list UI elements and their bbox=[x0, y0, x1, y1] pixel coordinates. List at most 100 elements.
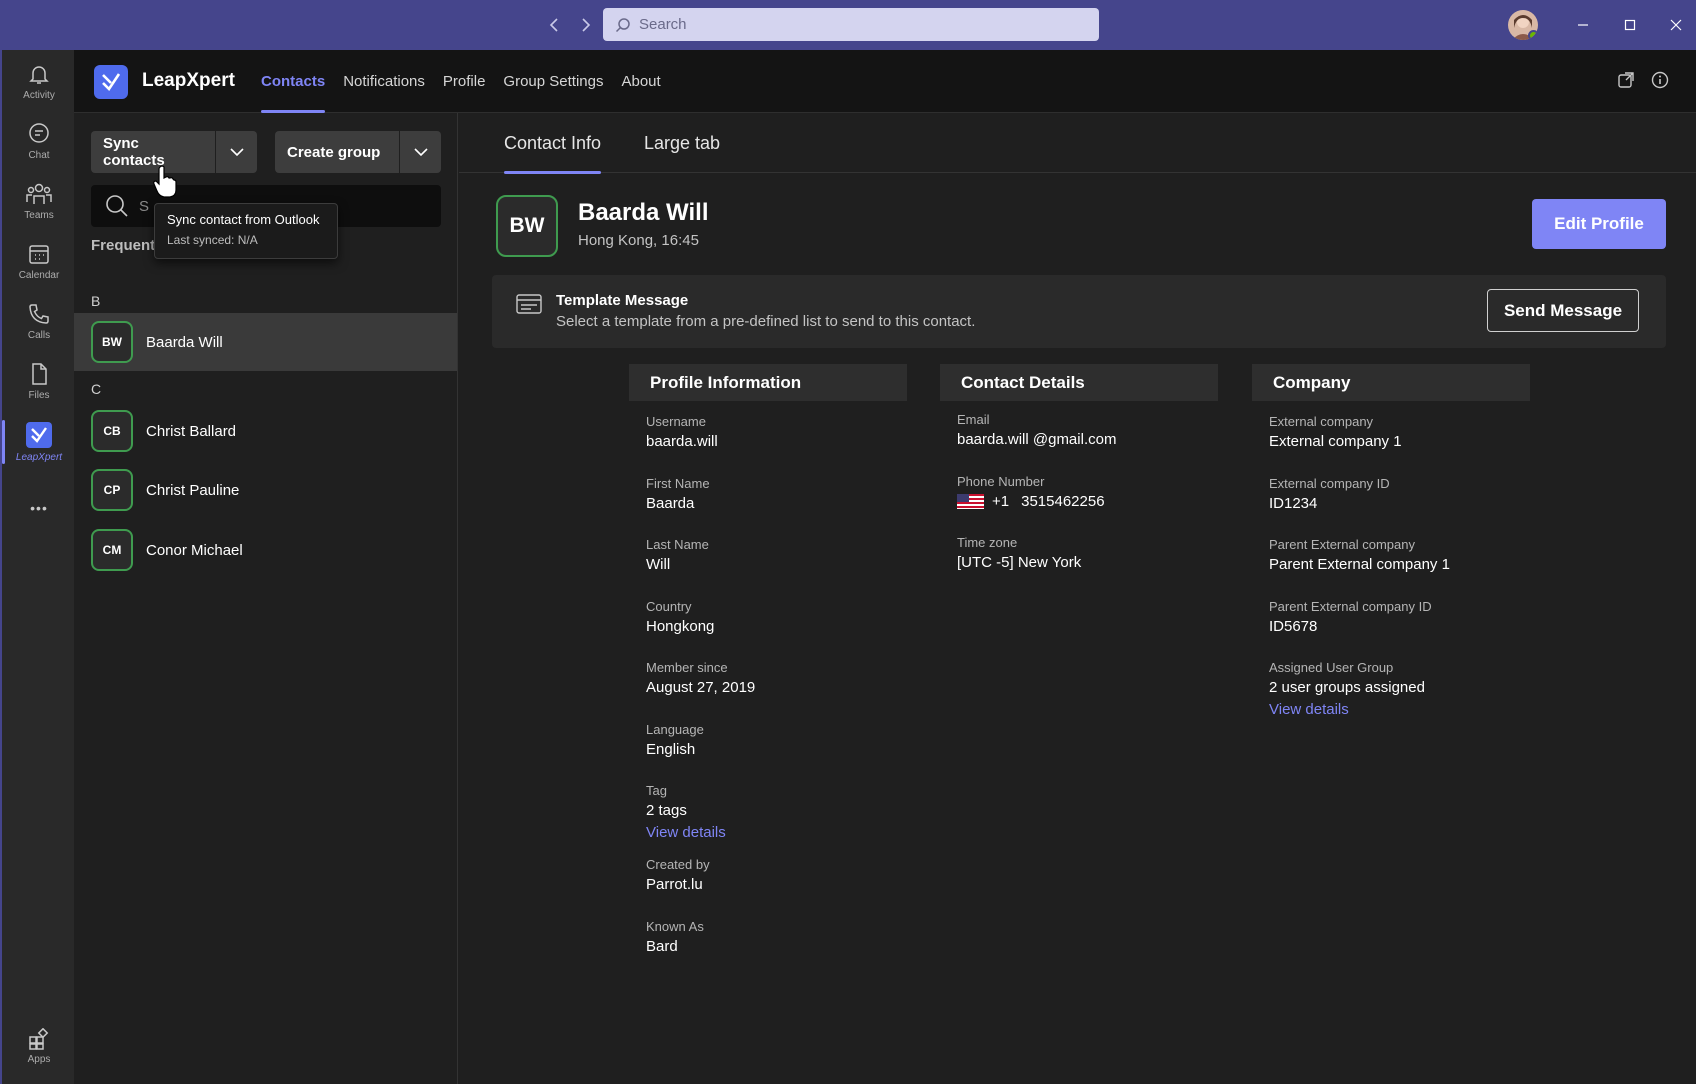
rail-item-leapxpert[interactable]: LeapXpert bbox=[2, 416, 76, 472]
forward-arrow-icon[interactable] bbox=[576, 14, 596, 36]
field-assigned-user-group: Assigned User Group 2 user groups assign… bbox=[1252, 647, 1530, 718]
create-group-dropdown-button[interactable] bbox=[399, 131, 441, 173]
global-search-input[interactable]: Search bbox=[603, 8, 1099, 41]
field-created-by: Created by Parrot.lu bbox=[646, 857, 710, 893]
contact-row-christ-pauline[interactable]: CP Christ Pauline bbox=[74, 461, 457, 519]
rail-label: LeapXpert bbox=[15, 452, 63, 463]
avatar: CB bbox=[91, 410, 133, 452]
company-section: Company External company External compan… bbox=[1252, 364, 1530, 718]
minimize-icon[interactable] bbox=[1570, 12, 1596, 38]
rail-item-apps[interactable]: Apps bbox=[2, 1022, 76, 1078]
rail-item-files[interactable]: Files bbox=[2, 356, 76, 412]
tab-contacts[interactable]: Contacts bbox=[252, 50, 334, 113]
maximize-icon[interactable] bbox=[1617, 12, 1643, 38]
detail-tabs: Contact Info Large tab bbox=[459, 113, 1696, 174]
bell-icon bbox=[27, 62, 51, 86]
field-language: Language English bbox=[646, 721, 704, 758]
teams-icon bbox=[26, 182, 52, 206]
template-description: Select a template from a pre-defined lis… bbox=[556, 313, 976, 330]
chevron-down-icon bbox=[229, 147, 244, 157]
view-tags-link[interactable]: View details bbox=[646, 824, 907, 841]
template-message-card: Template Message Select a template from … bbox=[492, 275, 1666, 348]
field-parent-external-company: Parent External company Parent External … bbox=[1269, 537, 1450, 573]
tab-notifications[interactable]: Notifications bbox=[334, 50, 434, 113]
tab-contact-info[interactable]: Contact Info bbox=[504, 113, 602, 174]
create-group-split-button: Create group bbox=[275, 131, 441, 173]
send-message-button[interactable]: Send Message bbox=[1487, 289, 1639, 332]
sync-dropdown-button[interactable] bbox=[215, 131, 257, 173]
leapxpert-icon bbox=[26, 422, 52, 448]
field-email: Email baarda.will @gmail.com bbox=[940, 401, 1218, 463]
contact-location-time: Hong Kong, 16:45 bbox=[578, 232, 699, 249]
contact-name: Christ Ballard bbox=[146, 422, 237, 440]
field-country: Country Hongkong bbox=[646, 598, 715, 635]
field-phone: Phone Number +1 3515462256 bbox=[957, 473, 1105, 510]
field-last-name: Last Name Will bbox=[646, 537, 709, 573]
field-first-name: First Name Baarda bbox=[646, 475, 710, 512]
title-bar: Search bbox=[0, 0, 1696, 50]
edit-profile-button[interactable]: Edit Profile bbox=[1532, 199, 1666, 249]
avatar: BW bbox=[496, 195, 558, 257]
field-member-since: Member since August 27, 2019 bbox=[646, 660, 756, 696]
tab-group-settings[interactable]: Group Settings bbox=[494, 50, 612, 113]
history-nav bbox=[544, 14, 596, 36]
email-value[interactable]: baarda.will @gmail.com bbox=[957, 431, 1218, 448]
contact-row-baarda-will[interactable]: BW Baarda Will bbox=[74, 313, 457, 371]
section-heading: Profile Information bbox=[629, 364, 907, 401]
rail-item-chat[interactable]: Chat bbox=[2, 116, 76, 172]
app-brand: LeapXpert bbox=[142, 70, 235, 91]
contact-title: Baarda Will bbox=[578, 199, 709, 226]
presence-status-icon bbox=[1528, 30, 1538, 40]
field-timezone: Time zone [UTC -5] New York bbox=[957, 535, 1082, 571]
contact-details-section: Contact Details Email baarda.will @gmail… bbox=[940, 364, 1218, 586]
more-apps-icon[interactable]: ••• bbox=[2, 494, 76, 524]
contact-row-christ-ballard[interactable]: CB Christ Ballard bbox=[74, 402, 457, 460]
rail-label: Apps bbox=[27, 1054, 51, 1065]
rail-label: Files bbox=[28, 390, 50, 401]
group-letter-c: C bbox=[91, 381, 102, 397]
app-tabs: Contacts Notifications Profile Group Set… bbox=[252, 50, 670, 113]
rail-item-teams[interactable]: Teams bbox=[2, 176, 76, 232]
tooltip-title: Sync contact from Outlook bbox=[167, 212, 320, 227]
contact-name: Conor Michael bbox=[146, 541, 243, 559]
info-icon[interactable] bbox=[1651, 71, 1671, 91]
chat-icon bbox=[27, 122, 51, 146]
message-card-icon bbox=[516, 294, 542, 314]
group-letter-b: B bbox=[91, 293, 101, 309]
contacts-pane: Sync contacts Create group S Sync contac… bbox=[74, 113, 458, 1084]
user-avatar[interactable] bbox=[1508, 10, 1538, 40]
section-heading: Company bbox=[1252, 364, 1530, 401]
search-icon bbox=[615, 17, 631, 33]
rail-item-activity[interactable]: Activity bbox=[2, 56, 76, 112]
view-user-groups-link[interactable]: View details bbox=[1269, 701, 1530, 718]
phone-number[interactable]: 3515462256 bbox=[1021, 493, 1104, 510]
avatar: CP bbox=[91, 469, 133, 511]
apps-icon bbox=[28, 1028, 50, 1050]
hand-cursor-icon bbox=[152, 165, 178, 199]
file-icon bbox=[27, 362, 51, 386]
tab-about[interactable]: About bbox=[612, 50, 669, 113]
field-tag: Tag 2 tags View details bbox=[629, 770, 907, 844]
search-placeholder: Search bbox=[639, 16, 687, 33]
tooltip-subtitle: Last synced: N/A bbox=[167, 233, 258, 247]
contact-name: Baarda Will bbox=[146, 333, 223, 351]
template-title: Template Message bbox=[556, 292, 689, 309]
rail-label: Teams bbox=[24, 210, 54, 221]
create-group-button[interactable]: Create group bbox=[275, 131, 399, 173]
contact-row-conor-michael[interactable]: CM Conor Michael bbox=[74, 521, 457, 579]
tab-profile[interactable]: Profile bbox=[434, 50, 495, 113]
rail-item-calendar[interactable]: Calendar bbox=[2, 236, 76, 292]
chevron-down-icon bbox=[413, 147, 428, 157]
field-external-company-id: External company ID ID1234 bbox=[1269, 475, 1390, 512]
close-icon[interactable] bbox=[1663, 12, 1689, 38]
app-rail: Activity Chat Teams Calendar Calls Files bbox=[0, 50, 74, 1084]
rail-label: Chat bbox=[28, 150, 50, 161]
section-heading: Contact Details bbox=[940, 364, 1218, 401]
back-arrow-icon[interactable] bbox=[544, 14, 564, 36]
popout-icon[interactable] bbox=[1617, 71, 1637, 91]
contact-search-text: S bbox=[139, 197, 150, 215]
rail-item-calls[interactable]: Calls bbox=[2, 296, 76, 352]
tab-large[interactable]: Large tab bbox=[644, 113, 720, 173]
app-header: LeapXpert Contacts Notifications Profile… bbox=[74, 50, 1696, 113]
leapxpert-logo-icon bbox=[94, 65, 128, 99]
